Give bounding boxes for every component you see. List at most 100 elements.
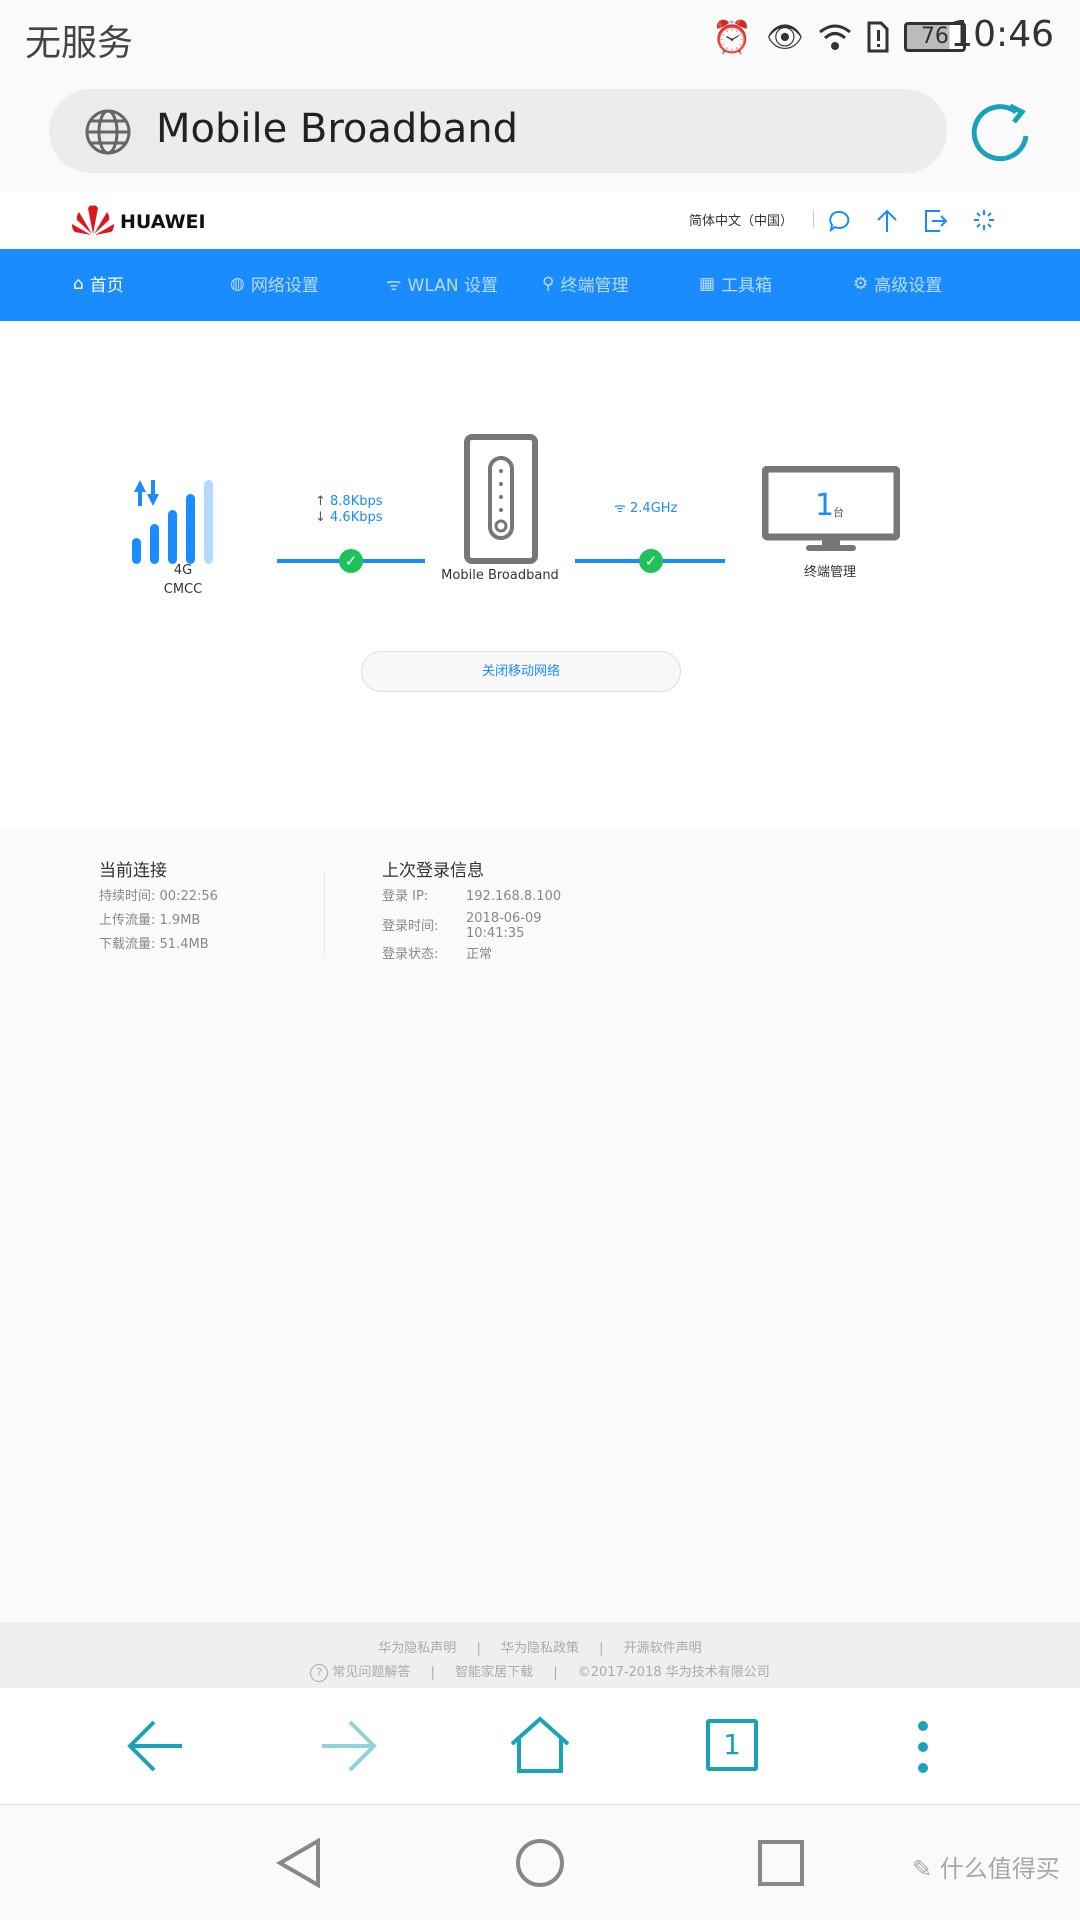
- carrier-text: 无服务: [25, 23, 134, 64]
- nav-device-management[interactable]: ⚲ 终端管理: [542, 271, 629, 297]
- nav-label: 高级设置: [874, 276, 943, 296]
- device-name: Mobile Broadband: [441, 568, 559, 583]
- nav-wlan-settings[interactable]: ᯤ WLAN 设置: [386, 271, 498, 296]
- status-value: 正常: [466, 947, 493, 962]
- logout-icon[interactable]: [924, 209, 948, 233]
- faq-link[interactable]: 常见问题解答: [332, 1665, 410, 1680]
- ip-value: 192.168.8.100: [466, 889, 562, 904]
- url-title[interactable]: Mobile Broadband: [156, 106, 518, 152]
- footer: 华为隐私声明 | 华为隐私政策 | 开源软件声明 ? 常见问题解答 | 智能家居…: [0, 1622, 1080, 1688]
- separator: |: [476, 1641, 481, 1656]
- download-rate: ↓ 4.6Kbps: [315, 510, 383, 525]
- brand-name: HUAWEI: [120, 211, 206, 233]
- topology-icon: ⚲: [542, 273, 555, 294]
- copyright: ©2017-2018 华为技术有限公司: [577, 1665, 770, 1680]
- upload-row: 上传流量: 1.9MB: [99, 909, 218, 933]
- client-count[interactable]: 1: [815, 488, 834, 523]
- forward-icon[interactable]: [320, 1718, 378, 1774]
- wifi-icon: ᯤ: [386, 275, 402, 295]
- system-back-icon[interactable]: [276, 1838, 322, 1888]
- separator: |: [553, 1665, 558, 1680]
- upload-rate-value: 8.8Kbps: [330, 494, 383, 509]
- home-icon[interactable]: [509, 1716, 571, 1774]
- privacy-statement-link[interactable]: 华为隐私声明: [378, 1641, 456, 1656]
- eye-comfort-icon: 👁: [765, 19, 804, 55]
- current-connection: 当前连接 持续时间: 00:22:56 上传流量: 1.9MB 下载流量: 51…: [99, 856, 218, 957]
- nav-advanced-settings[interactable]: ⚙ 高级设置: [853, 271, 943, 297]
- watermark-text: 什么值得买: [939, 1855, 1060, 1883]
- login-time-value: 2018-06-09 10:41:35: [466, 911, 542, 941]
- download-row: 下载流量: 51.4MB: [99, 933, 218, 957]
- section-title: 上次登录信息: [382, 861, 484, 881]
- open-source-link[interactable]: 开源软件声明: [624, 1641, 702, 1656]
- sim-alert-icon: [867, 21, 889, 53]
- divider: [813, 210, 814, 228]
- separator: |: [599, 1641, 604, 1656]
- check-icon: ✓: [639, 549, 663, 573]
- login-date: 2018-06-09: [466, 911, 542, 926]
- globe-icon: ◍: [230, 273, 245, 294]
- gear-icon: ⚙: [853, 273, 869, 294]
- system-home-icon[interactable]: [515, 1838, 565, 1888]
- watermark-logo-icon: ✎: [912, 1855, 940, 1883]
- divider: [324, 872, 325, 954]
- nav-label: 首页: [89, 276, 124, 296]
- watermark: ✎ 什么值得买: [912, 1849, 1060, 1884]
- wifi-icon: [819, 24, 851, 50]
- client-unit: 台: [833, 506, 844, 519]
- footer-links-row: ? 常见问题解答 | 智能家居下载 | ©2017-2018 华为技术有限公司: [0, 1661, 1080, 1682]
- back-icon[interactable]: [126, 1718, 184, 1774]
- router-header: HUAWEI 简体中文（中国）: [0, 192, 1080, 249]
- download-rate-value: 4.6Kbps: [330, 510, 383, 525]
- disable-mobile-network-button[interactable]: 关闭移动网络: [361, 651, 681, 692]
- nav-label: 网络设置: [250, 276, 319, 296]
- battery-level: 76: [920, 24, 949, 49]
- router-icon: [464, 434, 538, 564]
- system-nav-bar: ✎ 什么值得买: [0, 1805, 1080, 1920]
- upload-icon[interactable]: [875, 208, 899, 234]
- huawei-logo-icon: [72, 205, 114, 235]
- clock: 10:46: [950, 14, 1054, 55]
- label: 下载流量:: [99, 937, 156, 952]
- label: 上传流量:: [99, 913, 156, 928]
- tabs-button[interactable]: 1: [706, 1719, 758, 1771]
- help-icon: ?: [310, 1664, 329, 1682]
- loading-icon: [974, 210, 994, 230]
- label: 登录 IP:: [382, 889, 429, 904]
- nav-network-settings[interactable]: ◍ 网络设置: [230, 271, 319, 297]
- nav-home[interactable]: ⌂ 首页: [73, 271, 124, 297]
- wifi-icon: ᯤ: [614, 501, 631, 516]
- label: 登录状态:: [382, 947, 439, 962]
- nav-toolbox[interactable]: ▦ 工具箱: [699, 271, 773, 297]
- refresh-icon[interactable]: [970, 102, 1032, 164]
- upload-value: 1.9MB: [159, 913, 201, 928]
- duration-value: 00:22:56: [159, 889, 218, 904]
- globe-icon: [85, 109, 131, 155]
- duration-row: 持续时间: 00:22:56: [99, 885, 218, 909]
- upload-rate: ↑ 8.8Kbps: [315, 494, 383, 509]
- language-selector[interactable]: 简体中文（中国）: [689, 210, 793, 229]
- browser-toolbar: 1: [0, 1688, 1080, 1805]
- label: 持续时间:: [99, 889, 156, 904]
- download-value: 51.4MB: [159, 937, 209, 952]
- wifi-band: ᯤ 2.4GHz: [614, 501, 677, 516]
- more-icon[interactable]: [915, 1720, 931, 1776]
- clients-label: 终端管理: [803, 565, 856, 580]
- nav-label: 终端管理: [560, 276, 629, 296]
- nav-label: 工具箱: [721, 276, 773, 296]
- system-recents-icon[interactable]: [758, 1840, 804, 1886]
- separator: |: [430, 1665, 435, 1680]
- message-icon[interactable]: [827, 209, 851, 233]
- tabs-count: 1: [723, 1728, 741, 1761]
- main-nav: ⌂ 首页 ◍ 网络设置 ᯤ WLAN 设置 ⚲ 终端管理 ▦ 工具箱 ⚙ 高级设置: [0, 249, 1080, 321]
- arrow-down-icon: ↓: [315, 510, 331, 525]
- network-type: 4G: [173, 563, 193, 578]
- smart-home-download-link[interactable]: 智能家居下载: [455, 1665, 533, 1680]
- alarm-icon: ⏰: [712, 18, 752, 56]
- toolbox-icon: ▦: [699, 273, 716, 294]
- check-icon: ✓: [339, 549, 363, 573]
- wifi-band-value: 2.4GHz: [630, 501, 678, 516]
- footer-links-row: 华为隐私声明 | 华为隐私政策 | 开源软件声明: [0, 1637, 1080, 1656]
- arrow-up-icon: ↑: [315, 494, 331, 509]
- privacy-policy-link[interactable]: 华为隐私政策: [501, 1641, 579, 1656]
